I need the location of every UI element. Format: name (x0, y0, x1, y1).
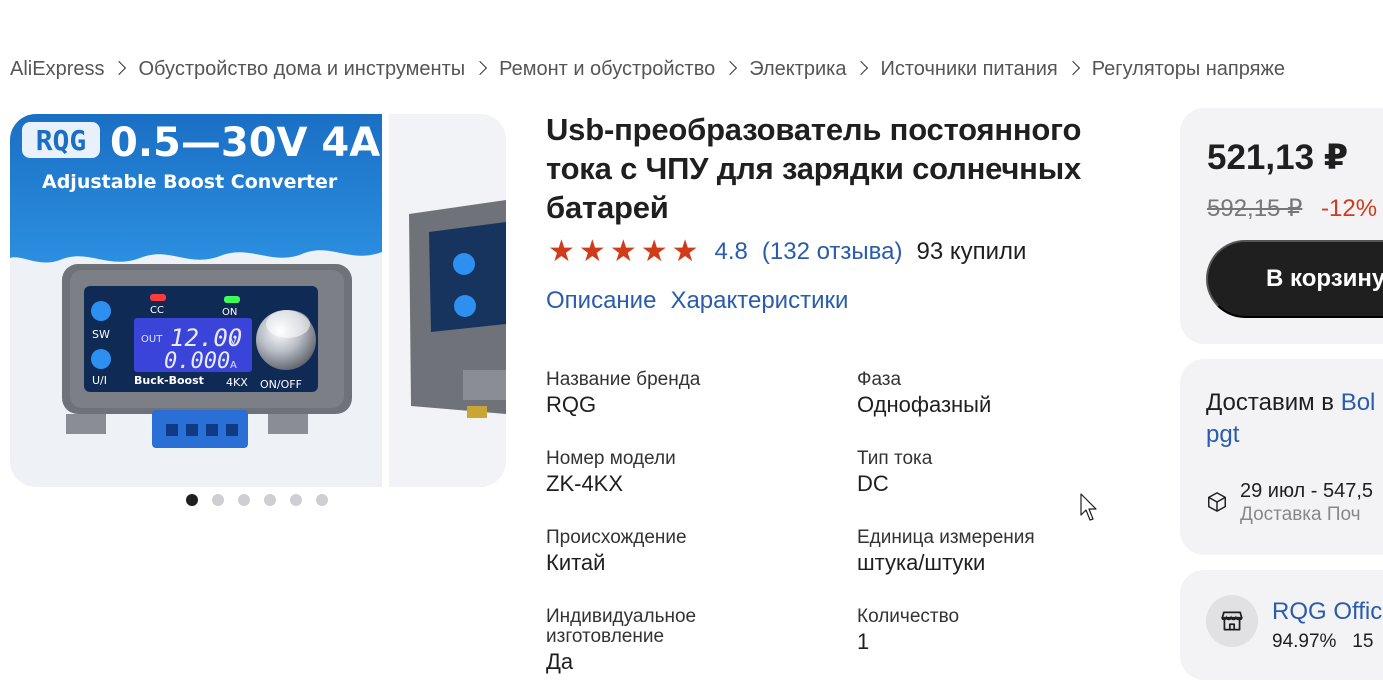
spec-brand: Название бренда RQG (546, 370, 826, 418)
gallery-pagination (186, 494, 328, 506)
tab-description[interactable]: Описание (546, 287, 656, 315)
breadcrumb: AliExpress Обустройство дома и инструмен… (10, 55, 1285, 83)
lcd-unit-a: A (230, 360, 237, 371)
image-headline: 0.5—30V 4A (110, 120, 380, 166)
spec-label: Количество (857, 606, 960, 627)
star-icon: ★ (671, 235, 699, 268)
spec-quantity: Количество 1 (857, 607, 1137, 655)
deliver-prefix: Доставим в (1206, 389, 1335, 416)
rating-stars: ★ ★ ★ ★ ★ (548, 237, 699, 267)
mouse-cursor-icon (1080, 493, 1097, 521)
star-icon: ★ (609, 235, 637, 268)
rating-row: ★ ★ ★ ★ ★ 4.8 (132 отзыва) 93 купили (548, 237, 1026, 267)
spec-label: Единица измерения (857, 527, 1035, 548)
spec-value: 1 (857, 629, 870, 654)
gallery-dot[interactable] (212, 494, 224, 506)
price-card: 521,13 ₽ 592,15 ₽ -12% В корзину (1180, 108, 1383, 344)
spec-value: Да (546, 649, 574, 674)
star-icon: ★ (640, 235, 668, 268)
lcd-unit-v: V (230, 336, 237, 347)
product-photo-secondary (389, 114, 506, 487)
breadcrumb-link-electrics[interactable]: Электрика (749, 58, 846, 81)
gallery-dot[interactable] (316, 494, 328, 506)
chevron-right-icon (112, 60, 127, 76)
discount-badge: -12% (1321, 195, 1378, 222)
deliver-to: Доставим в Bol pgt (1206, 387, 1383, 451)
gallery-dot[interactable] (264, 494, 276, 506)
delivery-date: 29 июл - 547,5 (1240, 480, 1374, 502)
breadcrumb-link-home-tools[interactable]: Обустройство дома и инструменты (138, 58, 465, 81)
spec-label: Тип тока (857, 448, 933, 469)
old-price-row: 592,15 ₽ -12% (1207, 194, 1377, 223)
product-title: Usb-преобразователь постоянного тока с Ч… (546, 112, 1082, 225)
spec-value: Китай (546, 550, 606, 575)
product-image-secondary[interactable] (389, 114, 506, 487)
current-price: 521,13 ₽ (1207, 138, 1349, 177)
store-glyph (1221, 611, 1243, 631)
shop-rating: 94.97% (1272, 631, 1337, 652)
label-buck-boost: Buck-Boost (134, 374, 204, 387)
spec-value: штука/штуки (857, 550, 986, 575)
store-icon[interactable] (1206, 595, 1258, 647)
tab-specifications[interactable]: Характеристики (670, 287, 848, 315)
label-on: ON (222, 307, 237, 318)
breadcrumb-link-power-supplies[interactable]: Источники питания (880, 58, 1057, 81)
shop-stats: 94.97% 15 (1272, 631, 1373, 653)
spec-label: Фаза (857, 369, 902, 390)
label-cc: CC (150, 305, 164, 316)
chevron-right-icon (1065, 60, 1080, 76)
brand-badge: RQG (36, 124, 87, 157)
lcd-current: 0.000 (164, 349, 230, 374)
spec-label: Индивидуальное изготовление (546, 606, 697, 647)
spec-label: Номер модели (546, 448, 676, 469)
chevron-right-icon (854, 60, 869, 76)
breadcrumb-link-regulators[interactable]: Регуляторы напряже (1092, 58, 1285, 81)
delivery-card: Доставим в Bol pgt 29 июл - 547,5 Достав… (1180, 359, 1383, 555)
spec-label: Название бренда (546, 369, 701, 390)
star-icon: ★ (578, 235, 606, 268)
spec-current-type: Тип тока DC (857, 449, 1137, 497)
spec-label: Происхождение (546, 527, 687, 548)
delivery-service: Доставка Поч (1240, 504, 1361, 525)
gallery-dot[interactable] (238, 494, 250, 506)
label-sw: SW (92, 328, 110, 341)
label-model: 4KX (226, 376, 248, 389)
spec-custom: Индивидуальное изготовление Да (546, 607, 766, 675)
chevron-right-icon (723, 60, 738, 76)
spec-value: ZK-4KX (546, 471, 624, 496)
image-subtitle: Adjustable Boost Converter (42, 171, 338, 193)
spec-value: RQG (546, 392, 597, 417)
shop-extra: 15 (1352, 631, 1374, 652)
lcd-out-label: OUT (141, 334, 163, 345)
product-tabs: Описание Характеристики (546, 287, 848, 315)
label-ui: U/I (92, 374, 107, 387)
rating-value[interactable]: 4.8 (715, 238, 748, 266)
gallery-dot[interactable] (186, 494, 198, 506)
shop-name-link[interactable]: RQG Offic (1272, 598, 1382, 626)
breadcrumb-link-aliexpress[interactable]: AliExpress (10, 58, 104, 81)
product-image-main[interactable]: RQG 0.5—30V 4A Adjustable Boost Converte… (10, 114, 382, 487)
gallery-dot[interactable] (290, 494, 302, 506)
breadcrumb-link-repair[interactable]: Ремонт и обустройство (499, 58, 715, 81)
label-on-off: ON/OFF (260, 378, 302, 391)
old-price: 592,15 ₽ (1207, 195, 1303, 222)
bought-count: 93 купили (916, 238, 1027, 265)
delivery-location-link[interactable]: Bol (1341, 389, 1376, 416)
star-icon: ★ (548, 235, 575, 268)
add-to-cart-button[interactable]: В корзину (1206, 240, 1383, 318)
shop-card: RQG Offic 94.97% 15 (1180, 570, 1383, 680)
spec-origin: Происхождение Китай (546, 528, 826, 576)
delivery-option[interactable]: 29 июл - 547,5 Доставка Поч (1206, 479, 1373, 527)
spec-unit: Единица измерения штука/штуки (857, 528, 1137, 576)
reviews-link[interactable]: (132 отзыва) (762, 238, 903, 266)
package-icon (1208, 492, 1226, 512)
delivery-location-link-cont[interactable]: pgt (1206, 421, 1239, 448)
spec-model: Номер модели ZK-4KX (546, 449, 826, 497)
spec-value: Однофазный (857, 392, 992, 417)
product-photo: RQG 0.5—30V 4A Adjustable Boost Converte… (10, 114, 382, 487)
spec-phase: Фаза Однофазный (857, 370, 1137, 418)
chevron-right-icon (473, 60, 488, 76)
